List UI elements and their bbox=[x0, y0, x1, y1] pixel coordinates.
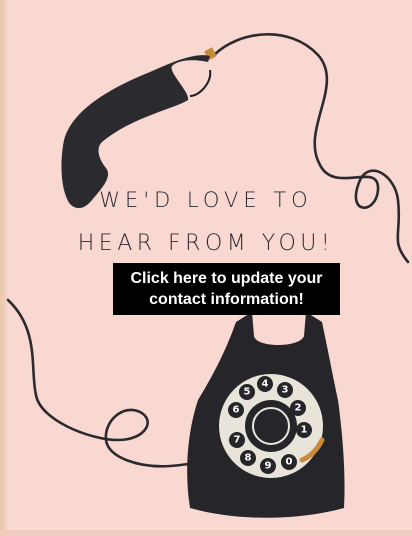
base-cord bbox=[6, 298, 214, 468]
cta-line-1: Click here to update your bbox=[130, 270, 323, 287]
handset-cord-top bbox=[212, 33, 410, 264]
card-bottom-edge bbox=[0, 530, 412, 536]
dial-digit: 3 bbox=[282, 385, 289, 396]
dial-digit: 0 bbox=[286, 457, 293, 468]
dial-digit: 9 bbox=[265, 461, 272, 472]
dial-digit: 1 bbox=[301, 425, 308, 436]
telephone-handset-icon bbox=[61, 55, 212, 209]
dial-digit: 5 bbox=[244, 387, 251, 398]
headline-line-1: WE'D LOVE TO bbox=[99, 188, 313, 212]
rotary-telephone-icon bbox=[187, 312, 345, 518]
dial-digit: 4 bbox=[262, 379, 269, 390]
dial-digit: 6 bbox=[233, 405, 240, 416]
dial-digit: 8 bbox=[245, 453, 252, 464]
dial-digit: 7 bbox=[234, 435, 241, 446]
greeting-card: 1 2 3 4 5 6 7 8 9 0 WE'D LOVE TO HEAR FR… bbox=[0, 0, 412, 536]
dial-digit: 2 bbox=[295, 403, 302, 414]
update-contact-info-button[interactable]: Click here to update your contact inform… bbox=[113, 263, 340, 315]
headline-line-2: HEAR FROM YOU! bbox=[77, 231, 335, 256]
cta-line-2: contact information! bbox=[149, 291, 304, 308]
